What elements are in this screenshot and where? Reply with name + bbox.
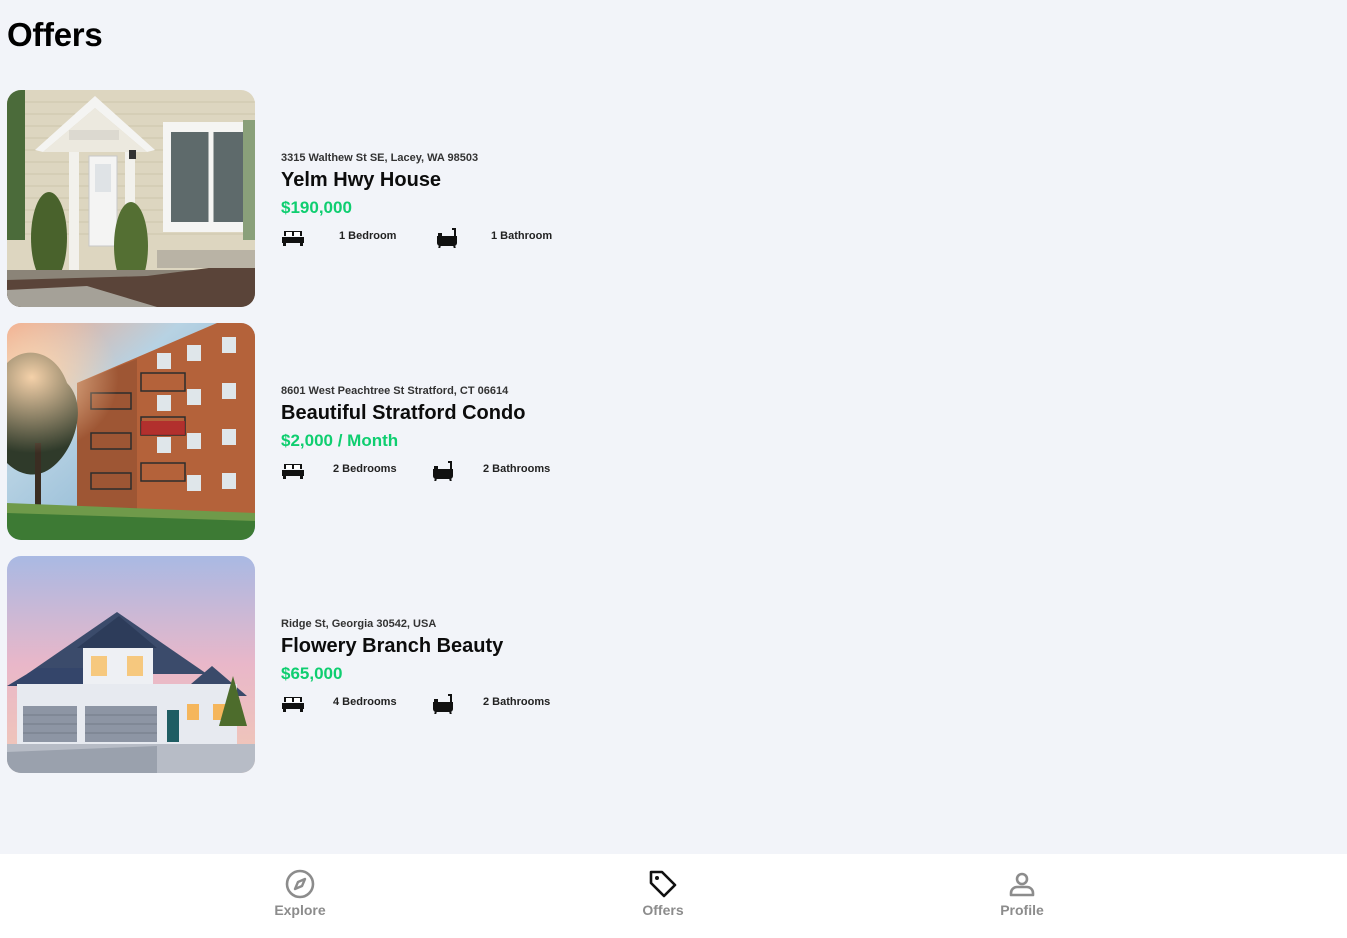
bottom-tab-bar: Explore Offers Profile: [0, 854, 1347, 938]
bedroom-count: 2 Bedrooms: [333, 463, 397, 475]
bathroom-count: 1 Bathroom: [491, 230, 553, 242]
tab-offers-label: Offers: [642, 902, 684, 918]
bathtub-icon: [431, 692, 455, 719]
listing-photo[interactable]: [7, 323, 255, 540]
listing-name[interactable]: Flowery Branch Beauty: [281, 634, 571, 658]
listing-photo[interactable]: [7, 90, 255, 307]
listing-info: 8601 West Peachtree St Stratford, CT 066…: [281, 385, 571, 483]
listing-info: Ridge St, Georgia 30542, USA Flowery Bra…: [281, 618, 571, 716]
listing-name[interactable]: Yelm Hwy House: [281, 168, 571, 192]
offers-screen: Offers 3315 Walthew St SE, Lacey, WA 985…: [0, 0, 1347, 938]
bed-icon: [281, 692, 305, 719]
bathtub-icon: [435, 226, 459, 253]
person-icon: [1009, 872, 1035, 897]
listing-info: 3315 Walthew St SE, Lacey, WA 98503 Yelm…: [281, 152, 571, 250]
listing-features: 1 Bedroom 1 Bathroom: [281, 226, 571, 250]
listing-card[interactable]: 3315 Walthew St SE, Lacey, WA 98503 Yelm…: [7, 90, 607, 307]
compass-icon: [285, 869, 315, 899]
listing-address: 8601 West Peachtree St Stratford, CT 066…: [281, 385, 509, 397]
listing-address: Ridge St, Georgia 30542, USA: [281, 618, 437, 630]
listing-address: 3315 Walthew St SE, Lacey, WA 98503: [281, 152, 479, 164]
listing-price: $2,000 / Month: [281, 431, 399, 450]
listing-name[interactable]: Beautiful Stratford Condo: [281, 401, 571, 425]
listing-card[interactable]: Ridge St, Georgia 30542, USA Flowery Bra…: [7, 556, 607, 773]
tab-profile-label: Profile: [1000, 902, 1044, 918]
page-title: Offers: [7, 16, 103, 53]
tab-explore[interactable]: Explore: [240, 868, 360, 932]
listing-photo[interactable]: [7, 556, 255, 773]
bathroom-count: 2 Bathrooms: [483, 696, 551, 708]
tab-offers[interactable]: Offers: [603, 868, 723, 932]
listing-features: 2 Bedrooms 2 Bathrooms: [281, 459, 571, 483]
bed-icon: [281, 226, 305, 253]
tab-profile[interactable]: Profile: [962, 868, 1082, 932]
listing-price: $190,000: [281, 198, 352, 217]
apartment-building-photo: [7, 323, 255, 540]
tag-icon: [649, 870, 677, 898]
bathtub-icon: [431, 459, 455, 486]
bedroom-count: 4 Bedrooms: [333, 696, 397, 708]
suburban-house-photo: [7, 556, 255, 773]
listing-features: 4 Bedrooms 2 Bathrooms: [281, 692, 571, 716]
listing-card[interactable]: 8601 West Peachtree St Stratford, CT 066…: [7, 323, 607, 540]
bedroom-count: 1 Bedroom: [339, 230, 397, 242]
bathroom-count: 2 Bathrooms: [483, 463, 551, 475]
townhouse-photo: [7, 90, 255, 307]
listing-price: $65,000: [281, 664, 343, 683]
tab-explore-label: Explore: [274, 902, 326, 918]
bed-icon: [281, 459, 305, 486]
